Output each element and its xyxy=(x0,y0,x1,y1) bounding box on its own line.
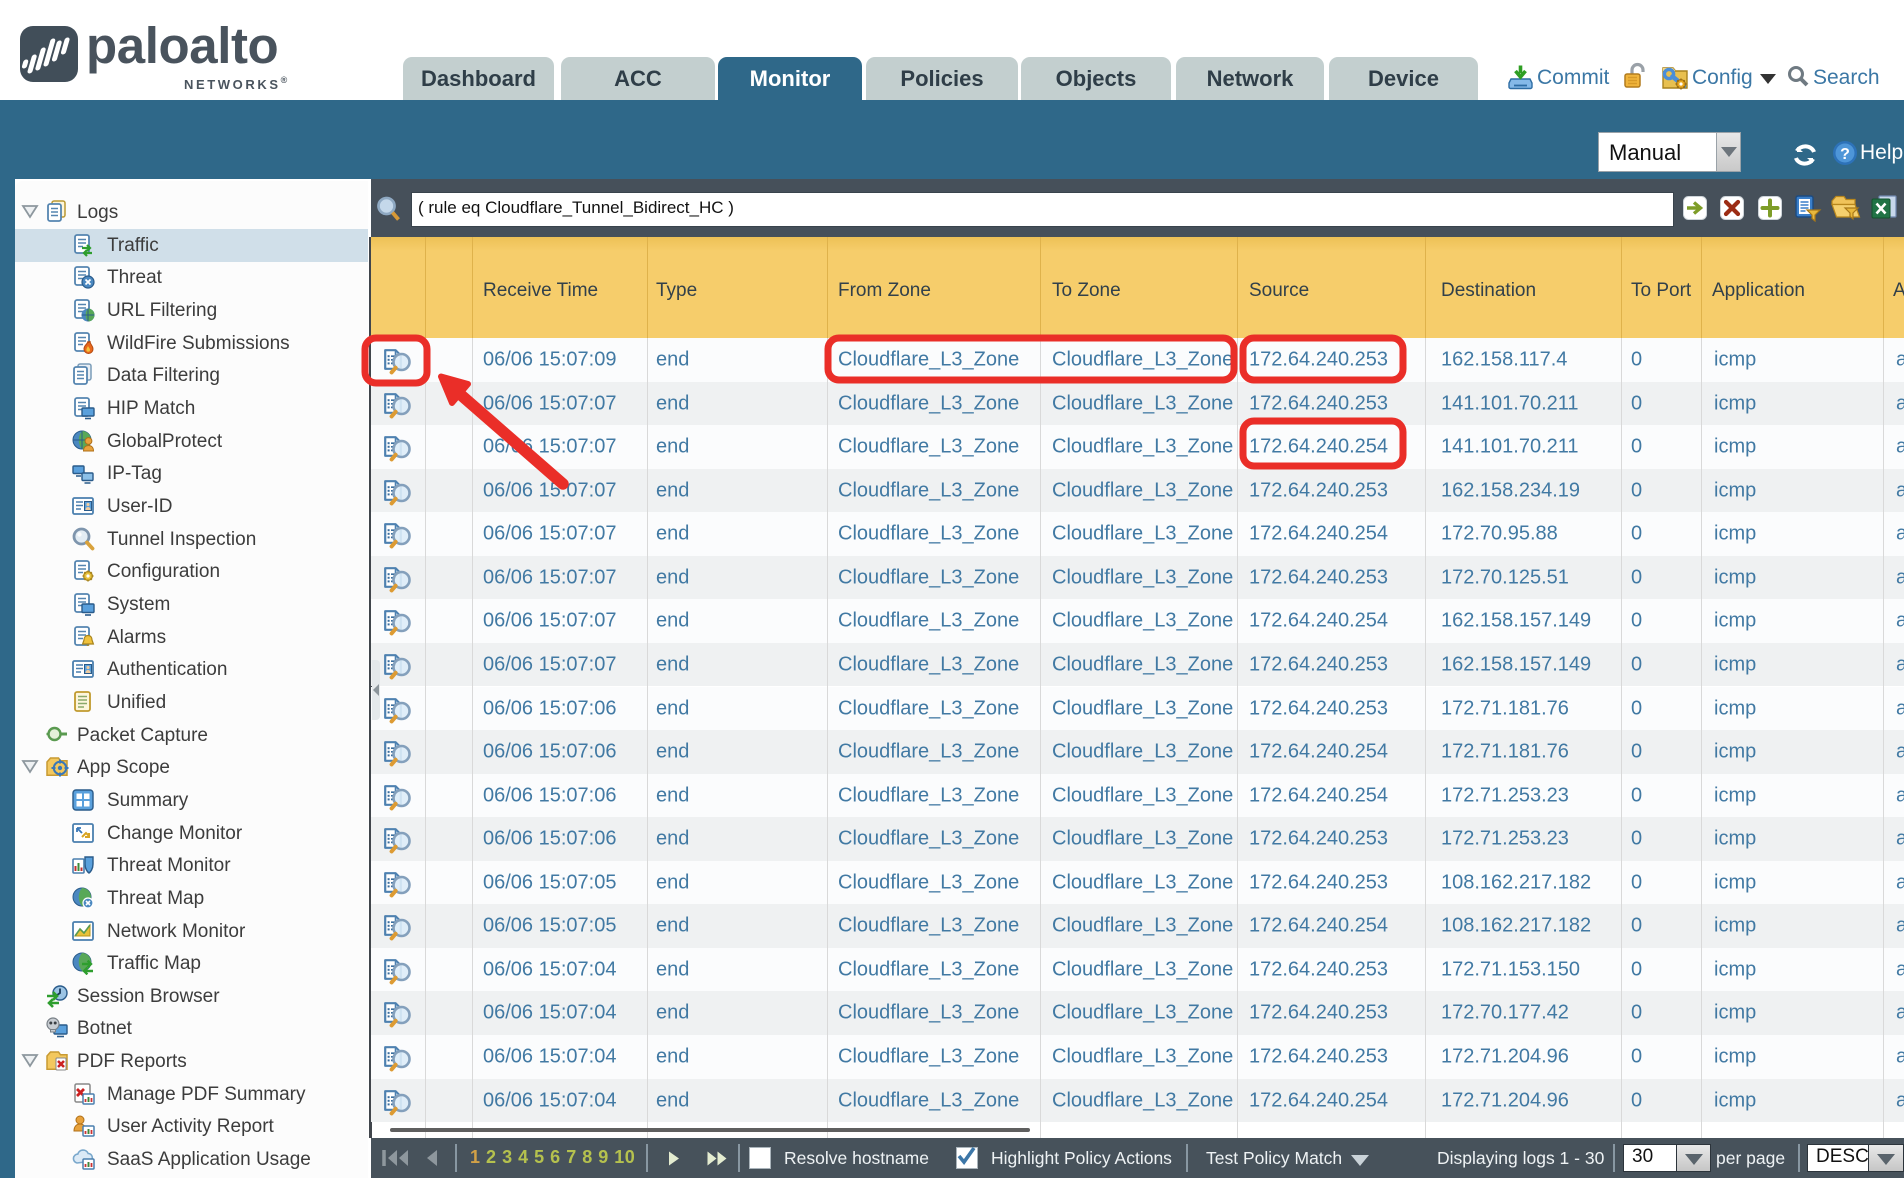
svg-text:?: ? xyxy=(1840,146,1850,163)
